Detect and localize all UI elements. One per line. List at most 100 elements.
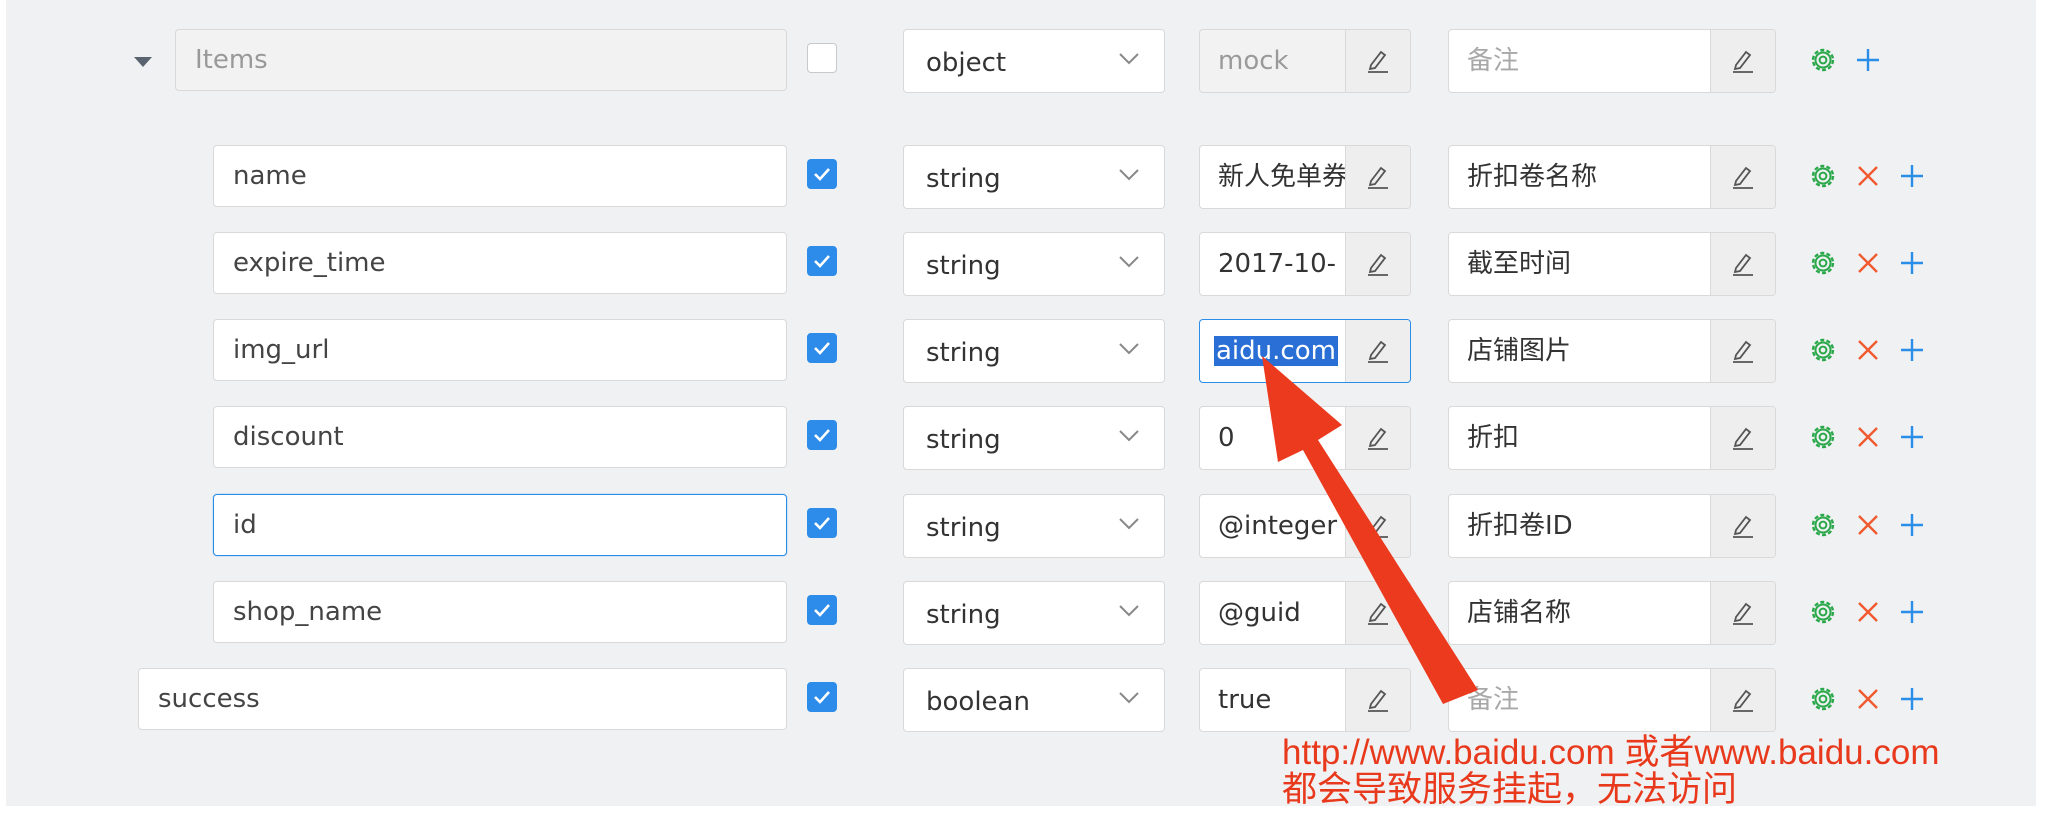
desc-input[interactable]: 折扣卷名称 xyxy=(1449,146,1712,208)
desc-input-group[interactable]: 店铺名称 xyxy=(1448,581,1776,645)
settings-gear-icon[interactable] xyxy=(1808,45,1838,75)
field-name-input[interactable]: Items xyxy=(175,29,787,91)
desc-input[interactable]: 折扣 xyxy=(1449,407,1712,469)
desc-edit-button[interactable] xyxy=(1710,146,1775,208)
delete-x-icon[interactable] xyxy=(1853,684,1883,714)
mock-edit-button[interactable] xyxy=(1345,495,1410,557)
mock-input-group[interactable]: mock xyxy=(1199,29,1411,93)
mock-edit-button[interactable] xyxy=(1345,30,1410,92)
mock-input[interactable]: 新人免单券 xyxy=(1200,146,1347,208)
desc-edit-button[interactable] xyxy=(1710,30,1775,92)
required-checkbox[interactable] xyxy=(807,682,837,712)
type-select[interactable]: string xyxy=(903,232,1165,296)
mock-input[interactable]: 0 xyxy=(1200,407,1347,469)
desc-input-group[interactable]: 店铺图片 xyxy=(1448,319,1776,383)
add-plus-icon[interactable] xyxy=(1897,335,1927,365)
required-checkbox[interactable] xyxy=(807,595,837,625)
mock-input[interactable]: 2017-10- xyxy=(1200,233,1347,295)
required-checkbox[interactable] xyxy=(807,508,837,538)
field-name-input[interactable]: success xyxy=(138,668,787,730)
desc-edit-button[interactable] xyxy=(1710,407,1775,469)
field-name-input[interactable]: discount xyxy=(213,406,787,468)
desc-input[interactable]: 备注 xyxy=(1449,669,1712,731)
type-select-value: string xyxy=(926,164,1001,194)
add-plus-icon[interactable] xyxy=(1897,422,1927,452)
mock-edit-button[interactable] xyxy=(1345,146,1410,208)
mock-input[interactable]: @integer xyxy=(1200,495,1347,557)
desc-edit-button[interactable] xyxy=(1710,669,1775,731)
settings-gear-icon[interactable] xyxy=(1808,510,1838,540)
desc-input-group[interactable]: 折扣 xyxy=(1448,406,1776,470)
mock-input-group[interactable]: @guid xyxy=(1199,581,1411,645)
add-plus-icon[interactable] xyxy=(1897,248,1927,278)
desc-edit-button[interactable] xyxy=(1710,233,1775,295)
delete-x-icon[interactable] xyxy=(1853,335,1883,365)
desc-input[interactable]: 店铺名称 xyxy=(1449,582,1712,644)
type-select[interactable]: string xyxy=(903,319,1165,383)
mock-edit-button[interactable] xyxy=(1345,233,1410,295)
type-select[interactable]: object xyxy=(903,29,1165,93)
settings-gear-icon[interactable] xyxy=(1808,161,1838,191)
mock-input-group[interactable]: 2017-10- xyxy=(1199,232,1411,296)
add-plus-icon[interactable] xyxy=(1853,45,1883,75)
desc-input[interactable]: 截至时间 xyxy=(1449,233,1712,295)
mock-edit-button[interactable] xyxy=(1345,320,1410,382)
mock-input[interactable]: aidu.com xyxy=(1200,320,1347,382)
settings-gear-icon[interactable] xyxy=(1808,684,1838,714)
add-plus-icon[interactable] xyxy=(1897,510,1927,540)
desc-input[interactable]: 备注 xyxy=(1449,30,1712,92)
mock-edit-button[interactable] xyxy=(1345,669,1410,731)
desc-input-group[interactable]: 备注 xyxy=(1448,668,1776,732)
field-name-input[interactable]: id xyxy=(213,494,787,556)
mock-input[interactable]: mock xyxy=(1200,30,1347,92)
mock-edit-button[interactable] xyxy=(1345,582,1410,644)
mock-input-group[interactable]: @integer xyxy=(1199,494,1411,558)
settings-gear-icon[interactable] xyxy=(1808,597,1838,627)
desc-input-group[interactable]: 备注 xyxy=(1448,29,1776,93)
desc-edit-button[interactable] xyxy=(1710,320,1775,382)
desc-input[interactable]: 折扣卷ID xyxy=(1449,495,1712,557)
edit-pencil-icon xyxy=(1368,427,1388,450)
desc-input[interactable]: 店铺图片 xyxy=(1449,320,1712,382)
add-plus-icon[interactable] xyxy=(1897,597,1927,627)
settings-gear-icon[interactable] xyxy=(1808,422,1838,452)
field-name-input[interactable]: name xyxy=(213,145,787,207)
delete-x-icon[interactable] xyxy=(1853,161,1883,191)
field-name-input[interactable]: img_url xyxy=(213,319,787,381)
settings-gear-icon[interactable] xyxy=(1808,248,1838,278)
required-checkbox[interactable] xyxy=(807,159,837,189)
required-checkbox[interactable] xyxy=(807,43,837,73)
type-select[interactable]: string xyxy=(903,406,1165,470)
mock-edit-button[interactable] xyxy=(1345,407,1410,469)
delete-x-icon[interactable] xyxy=(1853,248,1883,278)
delete-x-icon[interactable] xyxy=(1853,597,1883,627)
delete-x-icon[interactable] xyxy=(1853,422,1883,452)
desc-input-group[interactable]: 折扣卷ID xyxy=(1448,494,1776,558)
required-checkbox[interactable] xyxy=(807,246,837,276)
type-select[interactable]: string xyxy=(903,581,1165,645)
desc-input-group[interactable]: 折扣卷名称 xyxy=(1448,145,1776,209)
type-select[interactable]: string xyxy=(903,494,1165,558)
desc-edit-button[interactable] xyxy=(1710,495,1775,557)
mock-input-group[interactable]: true xyxy=(1199,668,1411,732)
mock-input-group[interactable]: 新人免单券 xyxy=(1199,145,1411,209)
field-name-input[interactable]: expire_time xyxy=(213,232,787,294)
type-select[interactable]: string xyxy=(903,145,1165,209)
mock-input[interactable]: true xyxy=(1200,669,1347,731)
schema-row: shop_name string @guid 店铺名称 xyxy=(0,581,2052,645)
settings-gear-icon[interactable] xyxy=(1808,335,1838,365)
field-name-input[interactable]: shop_name xyxy=(213,581,787,643)
add-plus-icon[interactable] xyxy=(1897,684,1927,714)
edit-pencil-icon xyxy=(1368,602,1388,625)
type-select[interactable]: boolean xyxy=(903,668,1165,732)
mock-input[interactable]: @guid xyxy=(1200,582,1347,644)
add-plus-icon[interactable] xyxy=(1897,161,1927,191)
desc-edit-button[interactable] xyxy=(1710,582,1775,644)
caret-down-icon[interactable] xyxy=(134,57,152,67)
mock-input-group[interactable]: aidu.com xyxy=(1199,319,1411,383)
delete-x-icon[interactable] xyxy=(1853,510,1883,540)
required-checkbox[interactable] xyxy=(807,333,837,363)
mock-input-group[interactable]: 0 xyxy=(1199,406,1411,470)
required-checkbox[interactable] xyxy=(807,420,837,450)
desc-input-group[interactable]: 截至时间 xyxy=(1448,232,1776,296)
